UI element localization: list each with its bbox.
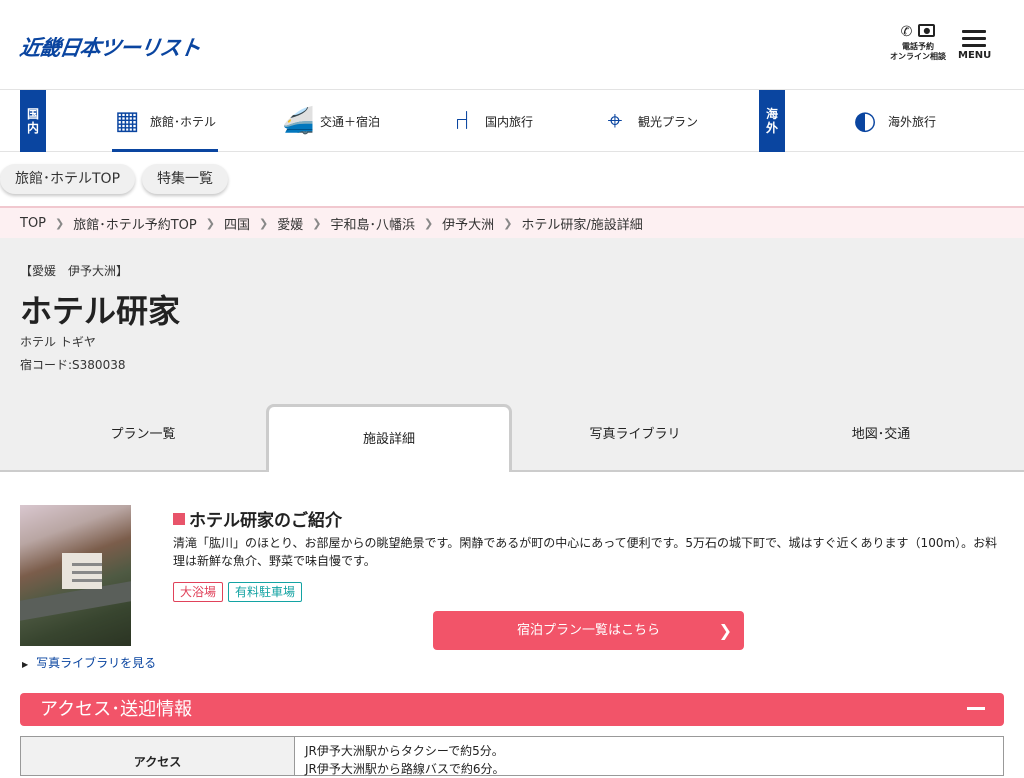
tab-facility-detail[interactable]: 施設詳細 xyxy=(266,404,512,472)
breadcrumb: TOP ❯ 旅館･ホテル予約TOP ❯ 四国 ❯ 愛媛 ❯ 宇和島･八幡浜 ❯ 伊予大洲 ❯… xyxy=(0,206,1024,238)
access-section-header[interactable]: アクセス･送迎情報 xyxy=(20,693,1004,726)
access-line: JR伊予大洲駅から路線バスで約6分。 xyxy=(305,762,505,776)
online-consult-label: オンライン相談 xyxy=(890,52,946,61)
plan-list-button[interactable]: 宿泊プラン一覧はこちら ❯ xyxy=(433,611,744,650)
seat-icon: ⑁ xyxy=(454,106,470,136)
collapse-minus-icon[interactable] xyxy=(967,707,985,710)
train-building-icon: 🚄 xyxy=(282,106,315,136)
site-header: 近畿日本ツーリスト ✆ ● 電話予約 オンライン相談 MENU xyxy=(0,0,1024,90)
nav-item-transport-stay[interactable]: 🚄 交通＋宿泊 xyxy=(282,90,380,152)
page-title: ホテル研家 xyxy=(20,292,181,330)
access-table: アクセス JR伊予大洲駅からタクシーで約5分。 JR伊予大洲駅から路線バスで約6… xyxy=(20,736,1004,776)
access-row-header: アクセス xyxy=(21,737,295,775)
photo-library-link[interactable]: ▶ 写真ライブラリを見る xyxy=(22,654,156,671)
chevron-right-icon: ❯ xyxy=(423,216,434,230)
overseas-label-char: 海 xyxy=(765,107,778,121)
nav-item-label: 旅館･ホテル xyxy=(150,114,217,129)
breadcrumb-item[interactable]: 旅館･ホテル予約TOP xyxy=(73,214,197,233)
feature-list-button[interactable]: 特集一覧 xyxy=(142,164,228,194)
domestic-region-label: 国 内 xyxy=(20,90,46,152)
hotel-code: 宿コード:S380038 xyxy=(20,358,126,372)
nav-item-label: 交通＋宿泊 xyxy=(320,114,381,129)
site-logo[interactable]: 近畿日本ツーリスト xyxy=(18,32,202,62)
globe-plane-icon: ◐ xyxy=(853,106,877,136)
tag-paid-parking: 有料駐車場 xyxy=(228,582,303,602)
intro-title-text: ホテル研家のご紹介 xyxy=(189,511,342,531)
hotel-area: 【愛媛 伊予大洲】 xyxy=(20,264,129,278)
facility-tags: 大浴場 有料駐車場 xyxy=(173,582,303,602)
category-nav: 国 内 ▦ 旅館･ホテル 🚄 交通＋宿泊 ⑁ 国内旅行 ⌖ 観光プラン 海 外 … xyxy=(0,90,1024,153)
chevron-right-icon: ❯ xyxy=(312,216,322,230)
hotel-kana: ホテル トギヤ xyxy=(20,335,96,349)
domestic-label-char: 国 xyxy=(26,107,39,121)
overseas-region-label: 海 外 xyxy=(759,90,785,152)
chevron-right-icon: ❯ xyxy=(55,216,65,230)
nav-item-overseas[interactable]: ◐ 海外旅行 xyxy=(850,90,936,152)
breadcrumb-item[interactable]: 四国 xyxy=(224,214,250,233)
sub-nav: 旅館･ホテルTOP 特集一覧 xyxy=(0,152,1024,206)
breadcrumb-current: ホテル研家/施設詳細 xyxy=(521,217,643,233)
tab-map-access[interactable]: 地図･交通 xyxy=(758,404,1004,470)
phone-consult-button[interactable]: ✆ ● 電話予約 オンライン相談 xyxy=(890,24,946,62)
intro-text: 清滝「肱川」のほとり、お部屋からの眺望絶景です。閑静であるが町の中心にあって便利… xyxy=(173,536,998,568)
hamburger-icon xyxy=(958,30,990,47)
chevron-right-icon: ❯ xyxy=(258,216,269,230)
tab-plan-list[interactable]: プラン一覧 xyxy=(20,404,266,470)
nav-item-hotel[interactable]: ▦ 旅館･ホテル xyxy=(112,90,219,153)
hotel-header: 【愛媛 伊予大洲】 ホテル研家 ホテル トギヤ 宿コード:S380038 プラン… xyxy=(0,238,1024,472)
intro-title: ホテル研家のご紹介 xyxy=(173,506,342,531)
photo-library-link-label: 写真ライブラリを見る xyxy=(36,656,157,670)
video-consult-icon: ● xyxy=(918,24,936,37)
plan-list-button-label: 宿泊プラン一覧はこちら xyxy=(516,623,660,638)
hotel-photo[interactable] xyxy=(20,505,131,646)
chevron-right-icon: ❯ xyxy=(718,621,732,640)
chevron-right-icon: ❯ xyxy=(205,216,215,230)
domestic-label-char: 内 xyxy=(26,121,39,135)
building-icon: ▦ xyxy=(114,106,140,136)
tab-photo-library[interactable]: 写真ライブラリ xyxy=(512,404,758,470)
phone-icon: ✆ xyxy=(900,24,913,40)
map-pin-icon: ⌖ xyxy=(607,106,623,136)
nav-item-label: 海外旅行 xyxy=(888,114,937,129)
breadcrumb-item[interactable]: 宇和島･八幡浜 xyxy=(330,214,415,233)
tag-large-bath: 大浴場 xyxy=(173,582,224,602)
nav-item-label: 国内旅行 xyxy=(485,114,534,129)
nav-item-label: 観光プラン xyxy=(638,114,699,129)
hotel-tabs: プラン一覧 施設詳細 写真ライブラリ 地図･交通 xyxy=(0,404,1024,472)
hotel-top-button[interactable]: 旅館･ホテルTOP xyxy=(0,164,136,194)
menu-label: MENU xyxy=(958,50,992,61)
nav-item-domestic-tour[interactable]: ⑁ 国内旅行 xyxy=(447,90,533,152)
access-row-value: JR伊予大洲駅からタクシーで約5分。 JR伊予大洲駅から路線バスで約6分。 xyxy=(295,737,505,776)
breadcrumb-item[interactable]: 伊予大洲 xyxy=(442,214,494,233)
menu-button[interactable]: MENU xyxy=(958,30,992,61)
breadcrumb-item[interactable]: TOP xyxy=(20,216,46,231)
access-line: JR伊予大洲駅からタクシーで約5分。 xyxy=(305,744,504,758)
square-bullet-icon xyxy=(173,512,185,525)
nav-item-sightseeing[interactable]: ⌖ 観光プラン xyxy=(600,90,698,152)
chevron-right-icon: ❯ xyxy=(503,216,513,230)
triangle-right-icon: ▶ xyxy=(22,660,29,669)
access-section-title: アクセス･送迎情報 xyxy=(40,699,193,720)
breadcrumb-item[interactable]: 愛媛 xyxy=(277,214,303,233)
phone-label: 電話予約 xyxy=(902,42,934,51)
overseas-label-char: 外 xyxy=(765,121,778,135)
